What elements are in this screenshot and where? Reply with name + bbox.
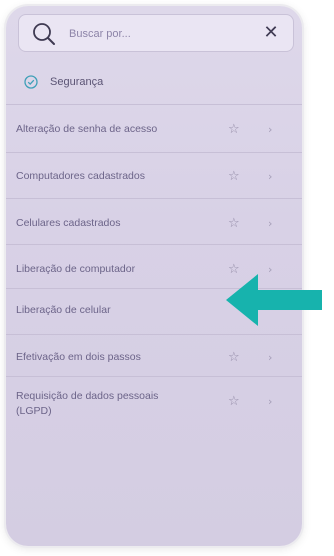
search-icon[interactable]	[31, 21, 57, 47]
list-item-label: Liberação de celular	[16, 304, 111, 316]
chevron-right-icon[interactable]: ›	[268, 351, 278, 365]
list-item[interactable]: Computadores cadastrados ☆ ›	[6, 152, 302, 198]
list-item[interactable]: Requisição de dados pessoais (LGPD) ☆ ›	[6, 376, 302, 432]
shield-check-icon	[24, 75, 38, 89]
close-icon[interactable]: ✕	[261, 22, 281, 44]
pointer-arrow	[226, 274, 322, 326]
list-item-label: Requisição de dados pessoais (LGPD)	[16, 390, 159, 417]
chevron-right-icon[interactable]: ›	[268, 217, 278, 231]
search-input[interactable]	[69, 24, 249, 44]
search-bar: ✕	[18, 14, 294, 52]
list-item[interactable]: Celulares cadastrados ☆ ›	[6, 198, 302, 244]
list-item-label: Efetivação em dois passos	[16, 351, 141, 363]
list-item-label: Celulares cadastrados	[16, 217, 121, 229]
list-item[interactable]: Efetivação em dois passos ☆ ›	[6, 334, 302, 376]
star-outline-icon[interactable]: ☆	[228, 217, 242, 231]
star-outline-icon[interactable]: ☆	[228, 170, 242, 184]
list-item[interactable]: Alteração de senha de acesso ☆ ›	[6, 104, 302, 152]
chevron-right-icon[interactable]: ›	[268, 123, 278, 137]
chevron-right-icon[interactable]: ›	[268, 170, 278, 184]
list-item-label: Alteração de senha de acesso	[16, 123, 158, 135]
star-outline-icon[interactable]: ☆	[228, 351, 242, 365]
star-outline-icon[interactable]: ☆	[228, 395, 242, 409]
chevron-right-icon[interactable]: ›	[268, 395, 278, 409]
section-header-seguranca: Segurança	[24, 72, 103, 92]
section-title: Segurança	[50, 76, 104, 88]
star-outline-icon[interactable]: ☆	[228, 123, 242, 137]
list-item-label: Computadores cadastrados	[16, 170, 145, 182]
list-item-label: Liberação de computador	[16, 263, 136, 275]
